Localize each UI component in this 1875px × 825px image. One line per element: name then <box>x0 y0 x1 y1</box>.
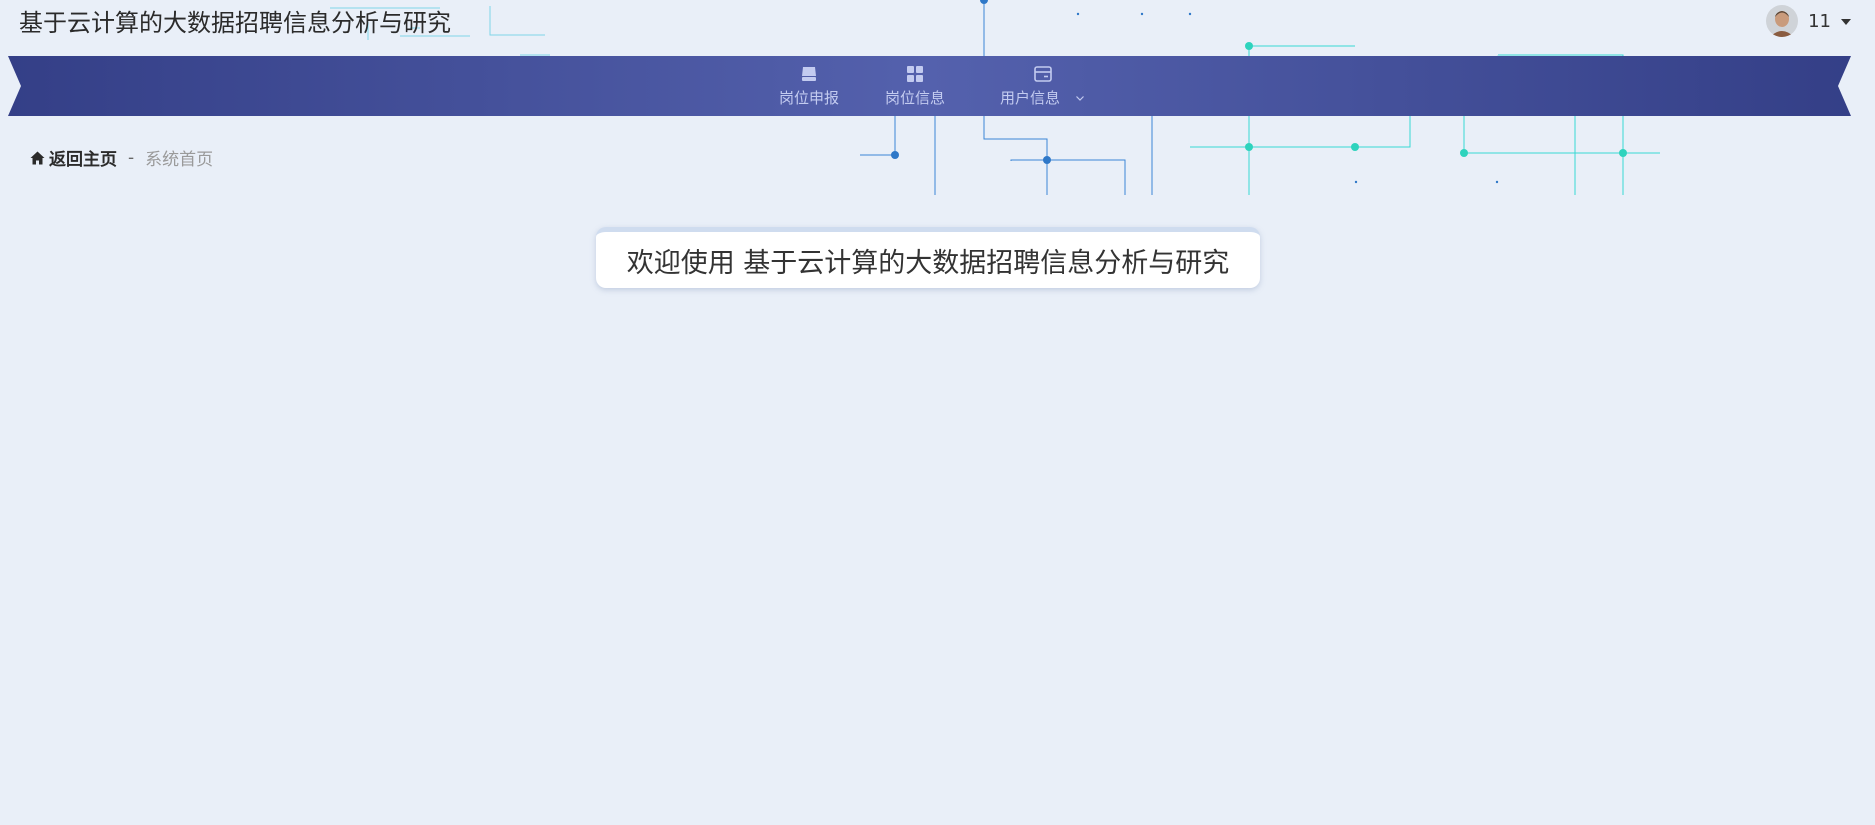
archive-box-icon <box>802 67 816 81</box>
nav-item-user-info[interactable]: 用户信息 <box>1000 64 1086 110</box>
nav-label: 用户信息 <box>1000 89 1061 107</box>
card-window-icon <box>1034 66 1052 82</box>
caret-down-icon[interactable] <box>1841 19 1851 25</box>
nav-item-job-info[interactable]: 岗位信息 <box>885 64 945 110</box>
nav-label: 岗位信息 <box>885 89 946 107</box>
breadcrumb-home-link[interactable]: 返回主页 <box>30 145 117 170</box>
nav-item-job-apply[interactable]: 岗位申报 <box>779 64 839 110</box>
app-title: 基于云计算的大数据招聘信息分析与研究 <box>19 9 451 37</box>
user-menu[interactable]: 11 <box>1766 5 1851 37</box>
breadcrumb-home-label[interactable]: 返回主页 <box>49 145 117 170</box>
welcome-text: 欢迎使用 基于云计算的大数据招聘信息分析与研究 <box>626 247 1230 279</box>
home-icon <box>30 151 45 164</box>
chevron-down-icon[interactable] <box>1074 92 1086 104</box>
user-avatar-icon[interactable] <box>1766 5 1799 37</box>
breadcrumb-current: 系统首页 <box>145 150 214 170</box>
breadcrumb: 返回主页 - 系统首页 <box>30 145 213 170</box>
nav-label: 岗位申报 <box>779 89 840 107</box>
breadcrumb-separator: - <box>128 147 135 168</box>
grid-apps-icon <box>907 66 923 82</box>
welcome-card: 欢迎使用 基于云计算的大数据招聘信息分析与研究 <box>596 227 1260 288</box>
main-nav: 岗位申报 岗位信息 用户信息 <box>0 56 1875 116</box>
user-name[interactable]: 11 <box>1808 11 1831 32</box>
